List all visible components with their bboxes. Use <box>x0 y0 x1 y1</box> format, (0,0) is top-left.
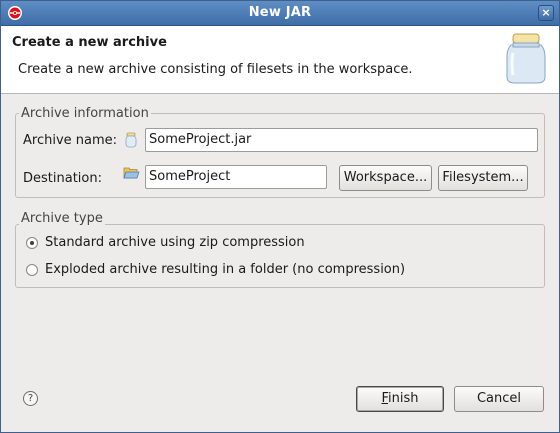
standard-archive-label[interactable]: Standard archive using zip compression <box>45 235 305 250</box>
banner-title: Create a new archive <box>12 35 167 50</box>
archive-name-input[interactable]: SomeProject.jar <box>145 128 538 152</box>
wizard-banner: Create a new archive Create a new archiv… <box>1 26 559 94</box>
jar-icon <box>506 33 546 84</box>
finish-label: inish <box>388 391 419 406</box>
help-icon[interactable]: ? <box>23 391 38 406</box>
finish-button[interactable]: Finish <box>356 386 444 412</box>
cancel-button[interactable]: Cancel <box>454 386 544 412</box>
exploded-archive-label[interactable]: Exploded archive resulting in a folder (… <box>45 262 405 277</box>
archive-type-label: Archive type <box>19 211 105 226</box>
folder-open-icon <box>123 167 140 179</box>
new-jar-dialog: New JAR × Create a new archive Create a … <box>0 0 560 433</box>
banner-description: Create a new archive consisting of files… <box>18 62 413 77</box>
exploded-archive-radio[interactable] <box>26 264 38 276</box>
standard-archive-radio[interactable] <box>26 237 38 249</box>
archive-information-label: Archive information <box>19 106 151 121</box>
window-title: New JAR <box>248 5 312 20</box>
destination-input[interactable]: SomeProject <box>145 165 327 189</box>
archive-type-group <box>15 224 545 288</box>
archive-jar-icon <box>125 132 137 148</box>
close-icon[interactable]: × <box>538 5 554 21</box>
filesystem-button[interactable]: Filesystem... <box>438 165 528 191</box>
destination-label: Destination: <box>23 171 102 186</box>
title-bar[interactable]: New JAR × <box>1 1 559 26</box>
workspace-button[interactable]: Workspace... <box>339 165 432 191</box>
archive-name-label: Archive name: <box>23 133 118 148</box>
